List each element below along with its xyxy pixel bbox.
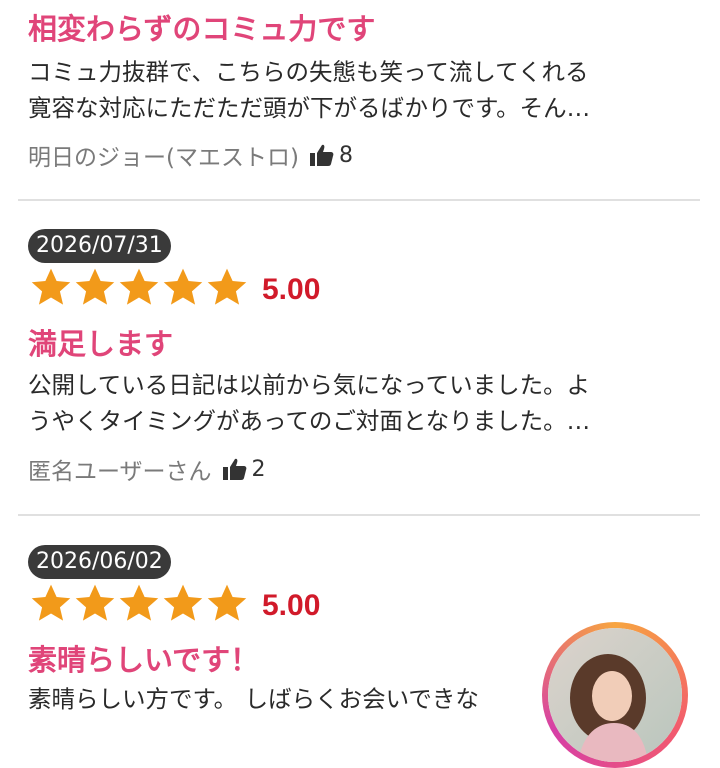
review-meta: 匿名ユーザーさん 2	[28, 452, 266, 486]
thumbs-up-icon	[222, 458, 246, 480]
star-icon	[163, 584, 203, 621]
divider	[18, 199, 700, 201]
review-date: 2026/07/31	[28, 229, 171, 263]
rating-score: 5.00	[262, 589, 321, 622]
avatar-image	[548, 628, 682, 762]
review-body-line: 公開している日記は以前から気になっていました。よ	[28, 371, 591, 399]
review-meta: 明日のジョー(マエストロ) 8	[28, 138, 353, 172]
review-body-line: コミュ力抜群で、こちらの失態も笑って流してくれる	[28, 58, 589, 86]
review-body[interactable]: コミュ力抜群で、こちらの失態も笑って流してくれる 寛容な対応にただただ頭が下がる…	[28, 54, 678, 126]
divider	[18, 514, 700, 516]
review-body-line: 寛容な対応にただただ頭が下がるばかりです。そん…	[28, 94, 591, 122]
star-icon	[207, 268, 247, 305]
review-title: 相変わらずのコミュ力です	[28, 12, 376, 46]
star-icon	[119, 268, 159, 305]
star-icon	[31, 268, 71, 305]
star-icon	[75, 584, 115, 621]
review-date: 2026/06/02	[28, 545, 171, 579]
star-icon	[119, 584, 159, 621]
review-author[interactable]: 明日のジョー(マエストロ)	[28, 138, 299, 172]
review-body[interactable]: 素晴らしい方です。 しばらくお会いできな	[28, 681, 568, 717]
like-count: 8	[338, 142, 353, 168]
like-count: 2	[251, 456, 266, 482]
star-icon	[163, 268, 203, 305]
star-icon	[75, 268, 115, 305]
star-icon	[31, 584, 71, 621]
like-button[interactable]: 2	[222, 457, 266, 482]
review-author[interactable]: 匿名ユーザーさん	[28, 452, 212, 486]
star-rating	[30, 266, 248, 308]
like-button[interactable]: 8	[309, 143, 353, 168]
review-body-line: 素晴らしい方です。 しばらくお会いできな	[28, 685, 479, 713]
rating-score: 5.00	[262, 273, 321, 306]
thumbs-up-icon	[309, 144, 334, 166]
profile-avatar[interactable]	[542, 622, 688, 768]
review-body[interactable]: 公開している日記は以前から気になっていました。よ うやくタイミングがあってのご対…	[28, 367, 678, 439]
review-title: 満足します	[28, 327, 174, 361]
review-body-line: うやくタイミングがあってのご対面となりました。…	[28, 407, 591, 435]
star-rating	[30, 582, 248, 624]
review-title: 素晴らしいです！	[28, 643, 260, 677]
avatar-photo	[548, 628, 682, 762]
star-icon	[207, 584, 247, 621]
